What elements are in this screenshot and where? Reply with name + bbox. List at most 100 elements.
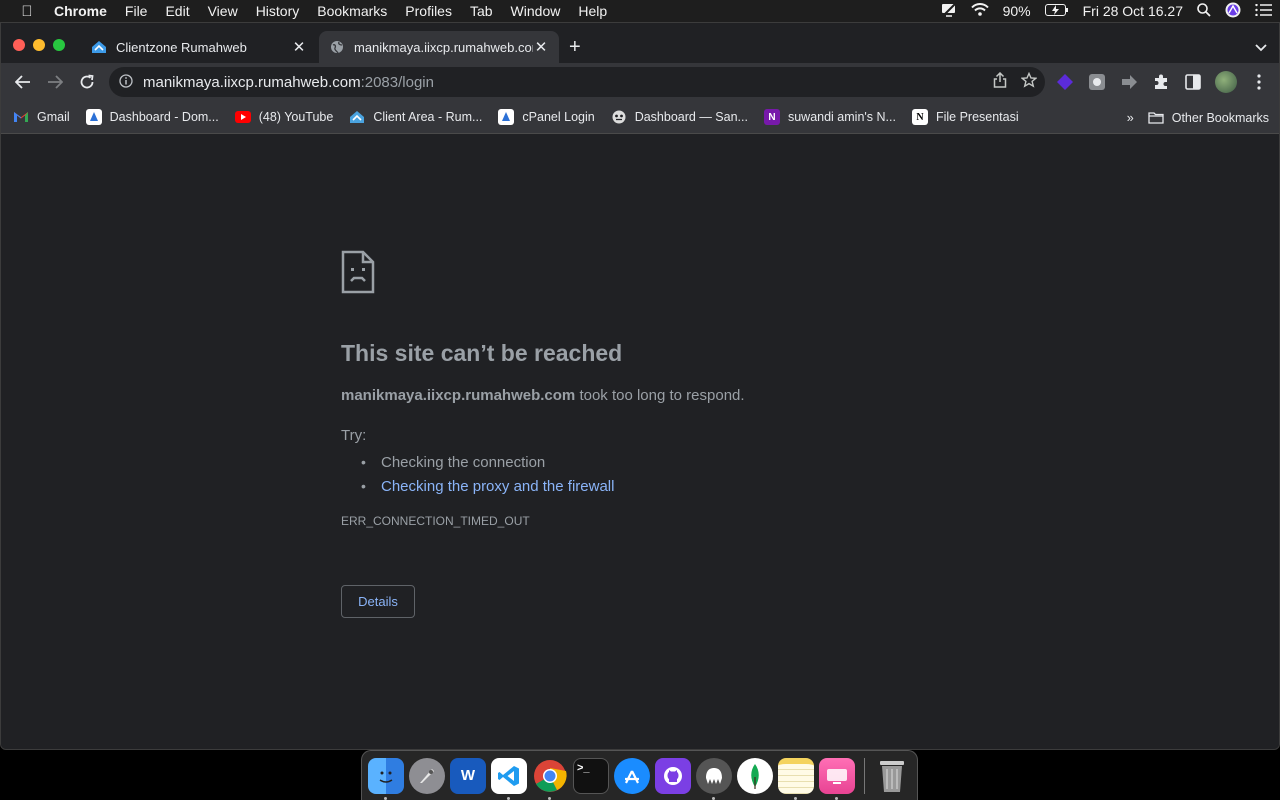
extension-purple-icon[interactable] xyxy=(1055,72,1075,92)
menu-tab[interactable]: Tab xyxy=(461,3,502,19)
suggestion-check-proxy[interactable]: Checking the proxy and the firewall xyxy=(361,474,614,498)
pink-app-icon[interactable] xyxy=(819,757,855,800)
control-center-icon[interactable] xyxy=(1248,3,1280,19)
dock-separator xyxy=(864,757,865,794)
rumahweb-favicon-icon xyxy=(91,39,107,55)
chrome-menu-icon[interactable] xyxy=(1249,72,1269,92)
terminal-icon[interactable]: >_ xyxy=(573,757,609,794)
window-zoom-button[interactable] xyxy=(53,39,65,51)
tab-close-icon[interactable]: ✕ xyxy=(533,38,549,56)
tab-strip: Clientzone Rumahweb ✕ manikmaya.iixcp.ru… xyxy=(1,23,1279,63)
site-info-icon[interactable] xyxy=(109,73,143,91)
menu-help[interactable]: Help xyxy=(569,3,616,19)
vscode-icon[interactable] xyxy=(491,757,527,800)
bookmark-label: Client Area - Rum... xyxy=(373,110,483,124)
running-indicator xyxy=(712,796,715,800)
siri-icon[interactable] xyxy=(1218,2,1248,21)
suggestion-proxy-link[interactable]: Checking the proxy and the firewall xyxy=(381,478,614,495)
bookmark-youtube[interactable]: (48) YouTube xyxy=(227,109,342,125)
onenote-icon: N xyxy=(763,109,780,125)
share-icon[interactable] xyxy=(993,71,1007,92)
profile-avatar[interactable] xyxy=(1215,71,1237,93)
app-store-icon[interactable] xyxy=(614,757,650,794)
github-desktop-icon[interactable] xyxy=(655,757,691,794)
running-indicator xyxy=(548,796,551,800)
bookmark-label: suwandi amin's N... xyxy=(787,110,896,124)
mongodb-compass-icon[interactable] xyxy=(737,757,773,794)
tab-clientzone[interactable]: Clientzone Rumahweb ✕ xyxy=(81,31,317,63)
other-bookmarks-label: Other Bookmarks xyxy=(1171,110,1269,125)
notification-muted-icon[interactable] xyxy=(934,2,964,20)
tableplus-icon[interactable] xyxy=(696,757,732,800)
menu-app-name[interactable]: Chrome xyxy=(54,3,116,19)
running-indicator xyxy=(835,796,838,800)
gmail-icon xyxy=(13,109,29,125)
bookmark-star-icon[interactable] xyxy=(1020,71,1038,92)
running-indicator xyxy=(384,796,387,800)
bookmark-dashboard-domain[interactable]: Dashboard - Dom... xyxy=(78,109,227,125)
url-path: :2083/login xyxy=(360,73,434,91)
trash-icon[interactable] xyxy=(874,758,910,794)
forward-arrow-icon[interactable] xyxy=(39,66,71,98)
window-minimize-button[interactable] xyxy=(33,39,45,51)
running-indicator xyxy=(794,796,797,800)
launchpad-icon[interactable] xyxy=(409,757,445,794)
try-label: Try: xyxy=(341,427,367,444)
tab-title: Clientzone Rumahweb xyxy=(116,39,247,55)
bookmark-file-presentasi[interactable]: N File Presentasi xyxy=(904,109,1027,125)
apple-icon[interactable]:  xyxy=(0,3,54,20)
suggestion-list: Checking the connection Checking the pro… xyxy=(361,450,614,498)
sad-document-icon xyxy=(341,250,375,299)
extensions-puzzle-icon[interactable] xyxy=(1151,72,1171,92)
menu-view[interactable]: View xyxy=(199,3,247,19)
finder-icon[interactable] xyxy=(368,757,404,800)
cpanel-icon xyxy=(498,109,515,125)
macos-menubar:  Chrome File Edit View History Bookmark… xyxy=(0,0,1280,22)
menu-bookmarks[interactable]: Bookmarks xyxy=(308,3,396,19)
notes-icon[interactable] xyxy=(778,757,814,800)
bookmark-client-area[interactable]: Client Area - Rum... xyxy=(341,109,490,125)
youtube-icon xyxy=(234,109,251,125)
running-indicator xyxy=(507,796,510,800)
bookmark-dashboard-sanity[interactable]: Dashboard — San... xyxy=(603,109,756,125)
menu-window[interactable]: Window xyxy=(502,3,570,19)
extension-arrow-icon[interactable] xyxy=(1119,72,1139,92)
bookmark-label: Gmail xyxy=(37,110,70,124)
suggestion-text: Checking the connection xyxy=(381,453,546,471)
back-arrow-icon[interactable] xyxy=(7,66,39,98)
error-host: manikmaya.iixcp.rumahweb.com xyxy=(341,387,576,404)
wifi-icon[interactable] xyxy=(964,3,996,19)
reload-icon[interactable] xyxy=(71,66,103,98)
menu-edit[interactable]: Edit xyxy=(156,3,198,19)
bookmark-cpanel[interactable]: cPanel Login xyxy=(490,109,602,125)
extension-gray-icon[interactable] xyxy=(1087,72,1107,92)
chrome-icon[interactable] xyxy=(532,758,568,800)
other-bookmarks-folder[interactable]: Other Bookmarks xyxy=(1148,110,1269,126)
tab-search-chevron-icon[interactable] xyxy=(1255,39,1267,57)
tab-manikmaya[interactable]: manikmaya.iixcp.rumahweb.com ✕ xyxy=(319,31,559,63)
browser-toolbar: manikmaya.iixcp.rumahweb.com:2083/login xyxy=(1,63,1279,101)
details-button[interactable]: Details xyxy=(341,585,415,618)
bookmarks-bar: Gmail Dashboard - Dom... (48) YouTube Cl… xyxy=(1,101,1279,134)
address-bar[interactable]: manikmaya.iixcp.rumahweb.com:2083/login xyxy=(109,67,1045,97)
suggestion-check-connection: Checking the connection xyxy=(361,450,614,474)
bookmark-gmail[interactable]: Gmail xyxy=(1,109,78,125)
globe-icon xyxy=(329,39,345,55)
bookmark-onenote[interactable]: N suwandi amin's N... xyxy=(756,109,904,125)
side-panel-icon[interactable] xyxy=(1183,72,1203,92)
tab-close-icon[interactable]: ✕ xyxy=(291,38,307,56)
dashboard-icon xyxy=(85,109,102,125)
chrome-window: Clientzone Rumahweb ✕ manikmaya.iixcp.ru… xyxy=(0,22,1280,750)
spotlight-search-icon[interactable] xyxy=(1190,2,1218,20)
error-page: This site can’t be reached manikmaya.iix… xyxy=(1,134,1279,749)
menu-profiles[interactable]: Profiles xyxy=(396,3,461,19)
battery-charging-icon[interactable] xyxy=(1038,3,1076,19)
menu-history[interactable]: History xyxy=(247,3,309,19)
menu-file[interactable]: File xyxy=(116,3,157,19)
menubar-clock[interactable]: Fri 28 Oct 16.27 xyxy=(1076,3,1190,19)
window-close-button[interactable] xyxy=(13,39,25,51)
new-tab-icon[interactable]: + xyxy=(569,36,581,59)
rumahweb-icon xyxy=(349,109,365,125)
microsoft-word-icon[interactable]: W xyxy=(450,757,486,794)
more-bookmarks-chevron-icon[interactable]: » xyxy=(1127,111,1134,125)
